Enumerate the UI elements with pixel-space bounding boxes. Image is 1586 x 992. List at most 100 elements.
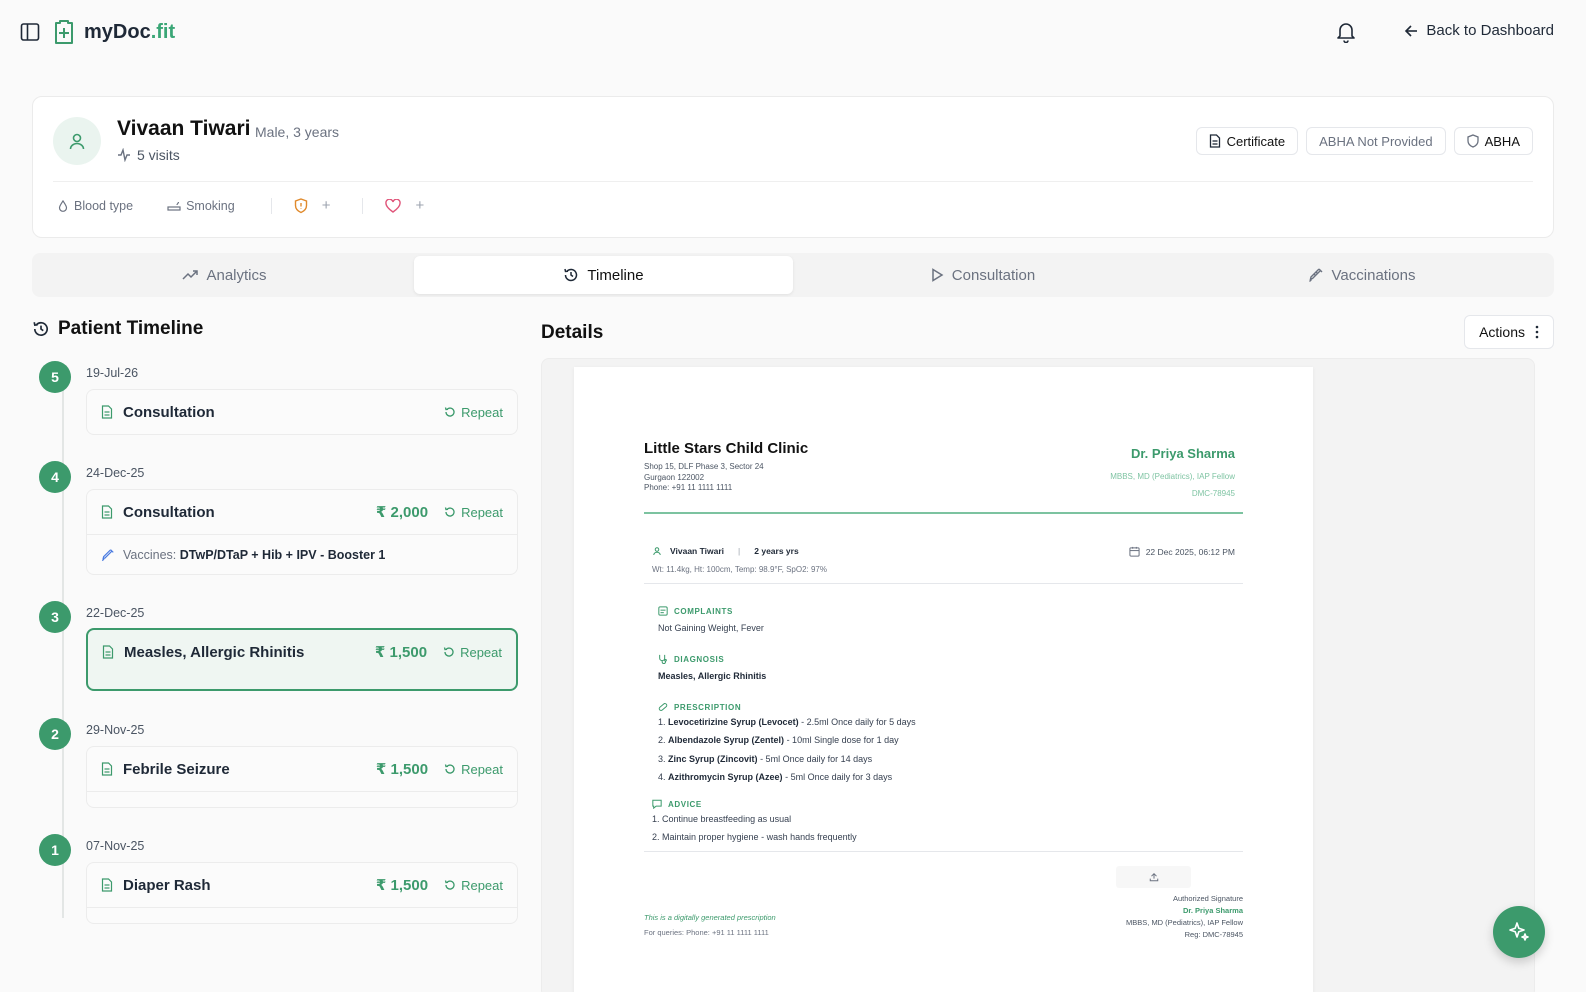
timeline-card-price: ₹ 1,500 — [375, 877, 429, 894]
history-icon — [563, 267, 579, 283]
header-rule — [644, 512, 1243, 514]
advice-list: 1. Continue breastfeeding as usual 2. Ma… — [652, 811, 857, 846]
signature-placeholder — [1116, 866, 1191, 888]
pill-icon — [658, 703, 668, 711]
abha-button[interactable]: ABHA — [1453, 127, 1533, 155]
section-divider — [644, 851, 1243, 852]
certificate-button[interactable]: Certificate — [1195, 127, 1299, 155]
bell-icon[interactable] — [1336, 21, 1356, 43]
timeline-card[interactable]: Febrile Seizure ₹ 1,500 Repeat — [86, 746, 518, 808]
rotate-icon — [444, 764, 455, 774]
medication-item: 2. Albendazole Syrup (Zentel) - 10ml Sin… — [658, 735, 899, 746]
brand[interactable]: myDoc.fit — [52, 19, 175, 45]
timeline-number: 2 — [39, 718, 71, 750]
abha-status-badge: ABHA Not Provided — [1306, 127, 1446, 155]
top-bar: myDoc.fit Back to Dashboard — [0, 0, 1586, 64]
document-icon — [102, 645, 114, 659]
clinic-name: Little Stars Child Clinic — [644, 440, 809, 457]
smoking-trait[interactable]: Smoking — [167, 199, 235, 213]
timeline-card-price: ₹ 2,000 — [375, 504, 429, 521]
rotate-icon — [444, 507, 455, 517]
card-divider — [53, 181, 1533, 182]
tab-consultation[interactable]: Consultation — [793, 256, 1172, 294]
timeline-card-footer — [87, 907, 517, 923]
rx-patient-line: Vivaan Tiwari | 2 years yrs — [652, 546, 799, 556]
timeline-card-label: Consultation — [123, 403, 215, 421]
user-icon — [652, 546, 662, 556]
drop-icon — [57, 199, 69, 212]
rotate-icon — [443, 647, 454, 657]
timeline-number: 4 — [39, 461, 71, 493]
patient-name: Vivaan Tiwari — [117, 117, 251, 140]
timeline-title: Patient Timeline — [32, 318, 203, 340]
allergy-shield-icon[interactable] — [294, 197, 308, 214]
clinic-address: Shop 15, DLF Phase 3, Sector 24 Gurgaon … — [644, 462, 764, 492]
patient-badges: Certificate ABHA Not Provided ABHA — [1195, 127, 1533, 155]
trait-separator — [362, 197, 364, 214]
timeline-card-label: Consultation — [123, 503, 215, 521]
tab-timeline[interactable]: Timeline — [414, 256, 793, 294]
sidebar-toggle-icon[interactable] — [20, 22, 40, 42]
timeline-card-selected[interactable]: Measles, Allergic Rhinitis ₹ 1,500 Repea… — [86, 628, 518, 691]
sparkles-icon — [1507, 920, 1531, 944]
timeline-card[interactable]: Consultation ₹ 2,000 Repeat Vaccines: DT… — [86, 489, 518, 575]
complaints-text: Not Gaining Weight, Fever — [658, 623, 764, 633]
complaints-heading: COMPLAINTS — [658, 606, 733, 616]
repeat-button[interactable]: Repeat — [444, 762, 503, 777]
history-icon — [32, 320, 50, 338]
actions-button[interactable]: Actions — [1464, 315, 1554, 349]
tab-vaccinations[interactable]: Vaccinations — [1172, 256, 1551, 294]
repeat-button[interactable]: Repeat — [444, 878, 503, 893]
timeline-card[interactable]: Consultation Repeat — [86, 389, 518, 435]
add-condition-button[interactable]: + — [415, 197, 424, 214]
timeline-card[interactable]: Diaper Rash ₹ 1,500 Repeat — [86, 862, 518, 924]
queries-contact: For queries: Phone: +91 11 1111 1111 — [644, 928, 769, 937]
doctor-name: Dr. Priya Sharma — [1130, 446, 1235, 461]
ai-assistant-button[interactable] — [1493, 906, 1545, 958]
document-icon — [101, 878, 113, 892]
document-icon — [1209, 134, 1221, 148]
document-icon — [101, 505, 113, 519]
diagnosis-heading: DIAGNOSIS — [658, 654, 724, 664]
timeline-card-label: Measles, Allergic Rhinitis — [124, 643, 305, 661]
patient-meta: Male, 3 years — [255, 124, 340, 140]
repeat-button[interactable]: Repeat — [444, 505, 503, 520]
medication-list: 1. Levocetirizine Syrup (Levocet) - 2.5m… — [658, 713, 916, 786]
heart-icon[interactable] — [385, 198, 402, 213]
advice-item: 1. Continue breastfeeding as usual — [652, 814, 792, 824]
add-allergy-button[interactable]: + — [322, 197, 331, 214]
advice-item: 2. Maintain proper hygiene - wash hands … — [652, 831, 857, 842]
advice-heading: ADVICE — [652, 799, 702, 809]
signature-block: Authorized Signature Dr. Priya Sharma MB… — [1126, 894, 1243, 939]
blood-type-trait[interactable]: Blood type — [57, 199, 133, 213]
activity-icon — [117, 148, 131, 162]
timeline-date: 24-Dec-25 — [86, 466, 145, 480]
note-icon — [658, 606, 668, 616]
repeat-button[interactable]: Repeat — [443, 645, 502, 660]
user-icon — [69, 133, 85, 150]
arrow-left-icon — [1404, 24, 1418, 38]
timeline-card-footer — [87, 791, 517, 807]
tab-analytics[interactable]: Analytics — [35, 256, 414, 294]
patient-card: Vivaan Tiwari Male, 3 years 5 visits Cer… — [32, 96, 1554, 238]
patient-traits: Blood type Smoking + + — [57, 197, 424, 214]
calendar-icon — [1129, 546, 1140, 557]
medical-plus-icon — [52, 19, 76, 45]
tab-bar: Analytics Timeline Consultation Vaccinat… — [32, 253, 1554, 297]
brand-name: myDoc.fit — [84, 20, 176, 43]
medication-item: 1. Levocetirizine Syrup (Levocet) - 2.5m… — [658, 717, 916, 727]
patient-visits: 5 visits — [117, 147, 180, 163]
trending-up-icon — [182, 269, 199, 281]
back-to-dashboard-button[interactable]: Back to Dashboard — [1404, 22, 1554, 39]
timeline-number: 5 — [39, 361, 71, 393]
prescription-document: Little Stars Child Clinic Shop 15, DLF P… — [574, 367, 1313, 992]
timeline-card-label: Diaper Rash — [123, 876, 211, 894]
repeat-button[interactable]: Repeat — [444, 405, 503, 420]
message-icon — [652, 799, 662, 809]
timeline-number: 3 — [39, 601, 71, 633]
document-icon — [101, 405, 113, 419]
stethoscope-icon — [659, 654, 667, 664]
cigarette-icon — [167, 200, 181, 212]
timeline-date: 07-Nov-25 — [86, 839, 145, 853]
doctor-credentials: MBBS, MD (Pediatrics), IAP Fellow DMC-78… — [1110, 472, 1235, 498]
